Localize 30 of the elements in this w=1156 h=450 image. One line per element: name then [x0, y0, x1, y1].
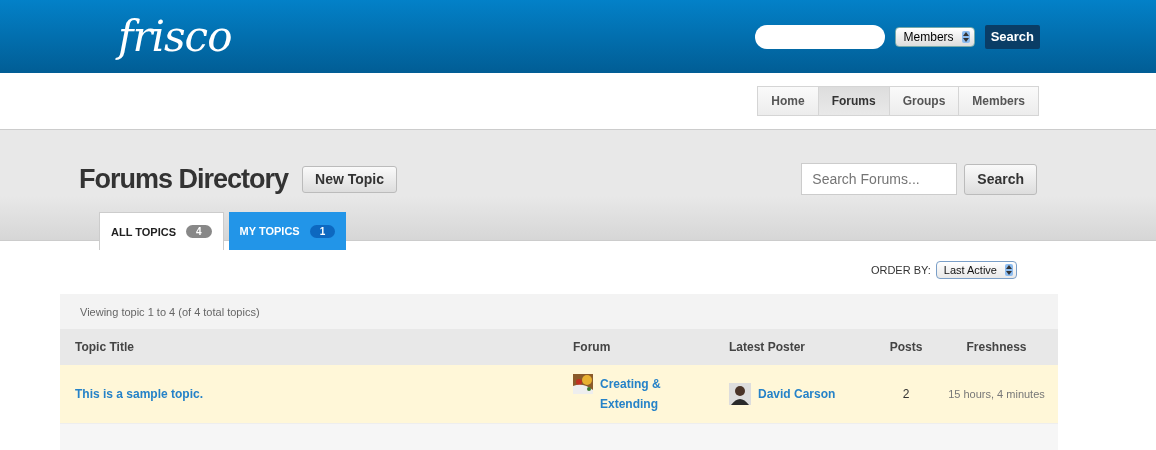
nav-tab[interactable]: Members [958, 86, 1039, 116]
topic-tab[interactable]: MY TOPICS 1 [228, 212, 347, 250]
topic-link[interactable]: This is a sample topic. [60, 387, 573, 401]
order-label: ORDER BY: [870, 264, 931, 276]
topic-tab[interactable]: ALL TOPICS 4 [99, 212, 224, 250]
new-topic-button[interactable]: New Topic [302, 165, 398, 193]
column-header: Posts [888, 340, 924, 354]
nav-tab[interactable]: Home [757, 86, 819, 116]
search-button[interactable]: Search [964, 163, 1037, 195]
column-header: Forum [573, 340, 612, 354]
freshness-text: 15 hours, 4 minutes [947, 388, 1046, 400]
column-header: Latest Poster [729, 340, 807, 354]
avatar-icon [729, 383, 751, 405]
column-header: Freshness [965, 340, 1028, 354]
page-title: Forums Directory [79, 163, 289, 195]
order-select[interactable]: Last Active [935, 261, 1017, 279]
stepper-icon [961, 30, 970, 43]
count-badge: 1 [309, 224, 336, 238]
search-button[interactable]: Search [984, 24, 1040, 49]
scope-select[interactable]: Members [894, 26, 975, 47]
count-badge: 4 [186, 225, 212, 238]
nav-tab[interactable]: Forums [817, 86, 890, 116]
post-count: 2 [901, 387, 911, 401]
stepper-icon [1005, 264, 1013, 276]
column-header: Topic Title [74, 340, 135, 354]
forum-search-field[interactable]: Search Forums... [801, 163, 958, 195]
nav-tab[interactable]: Groups [888, 86, 960, 116]
search-field[interactable] [754, 24, 885, 49]
poster-link[interactable]: David Carson [758, 387, 836, 401]
forum-link[interactable]: Creating & Extending [600, 374, 690, 414]
